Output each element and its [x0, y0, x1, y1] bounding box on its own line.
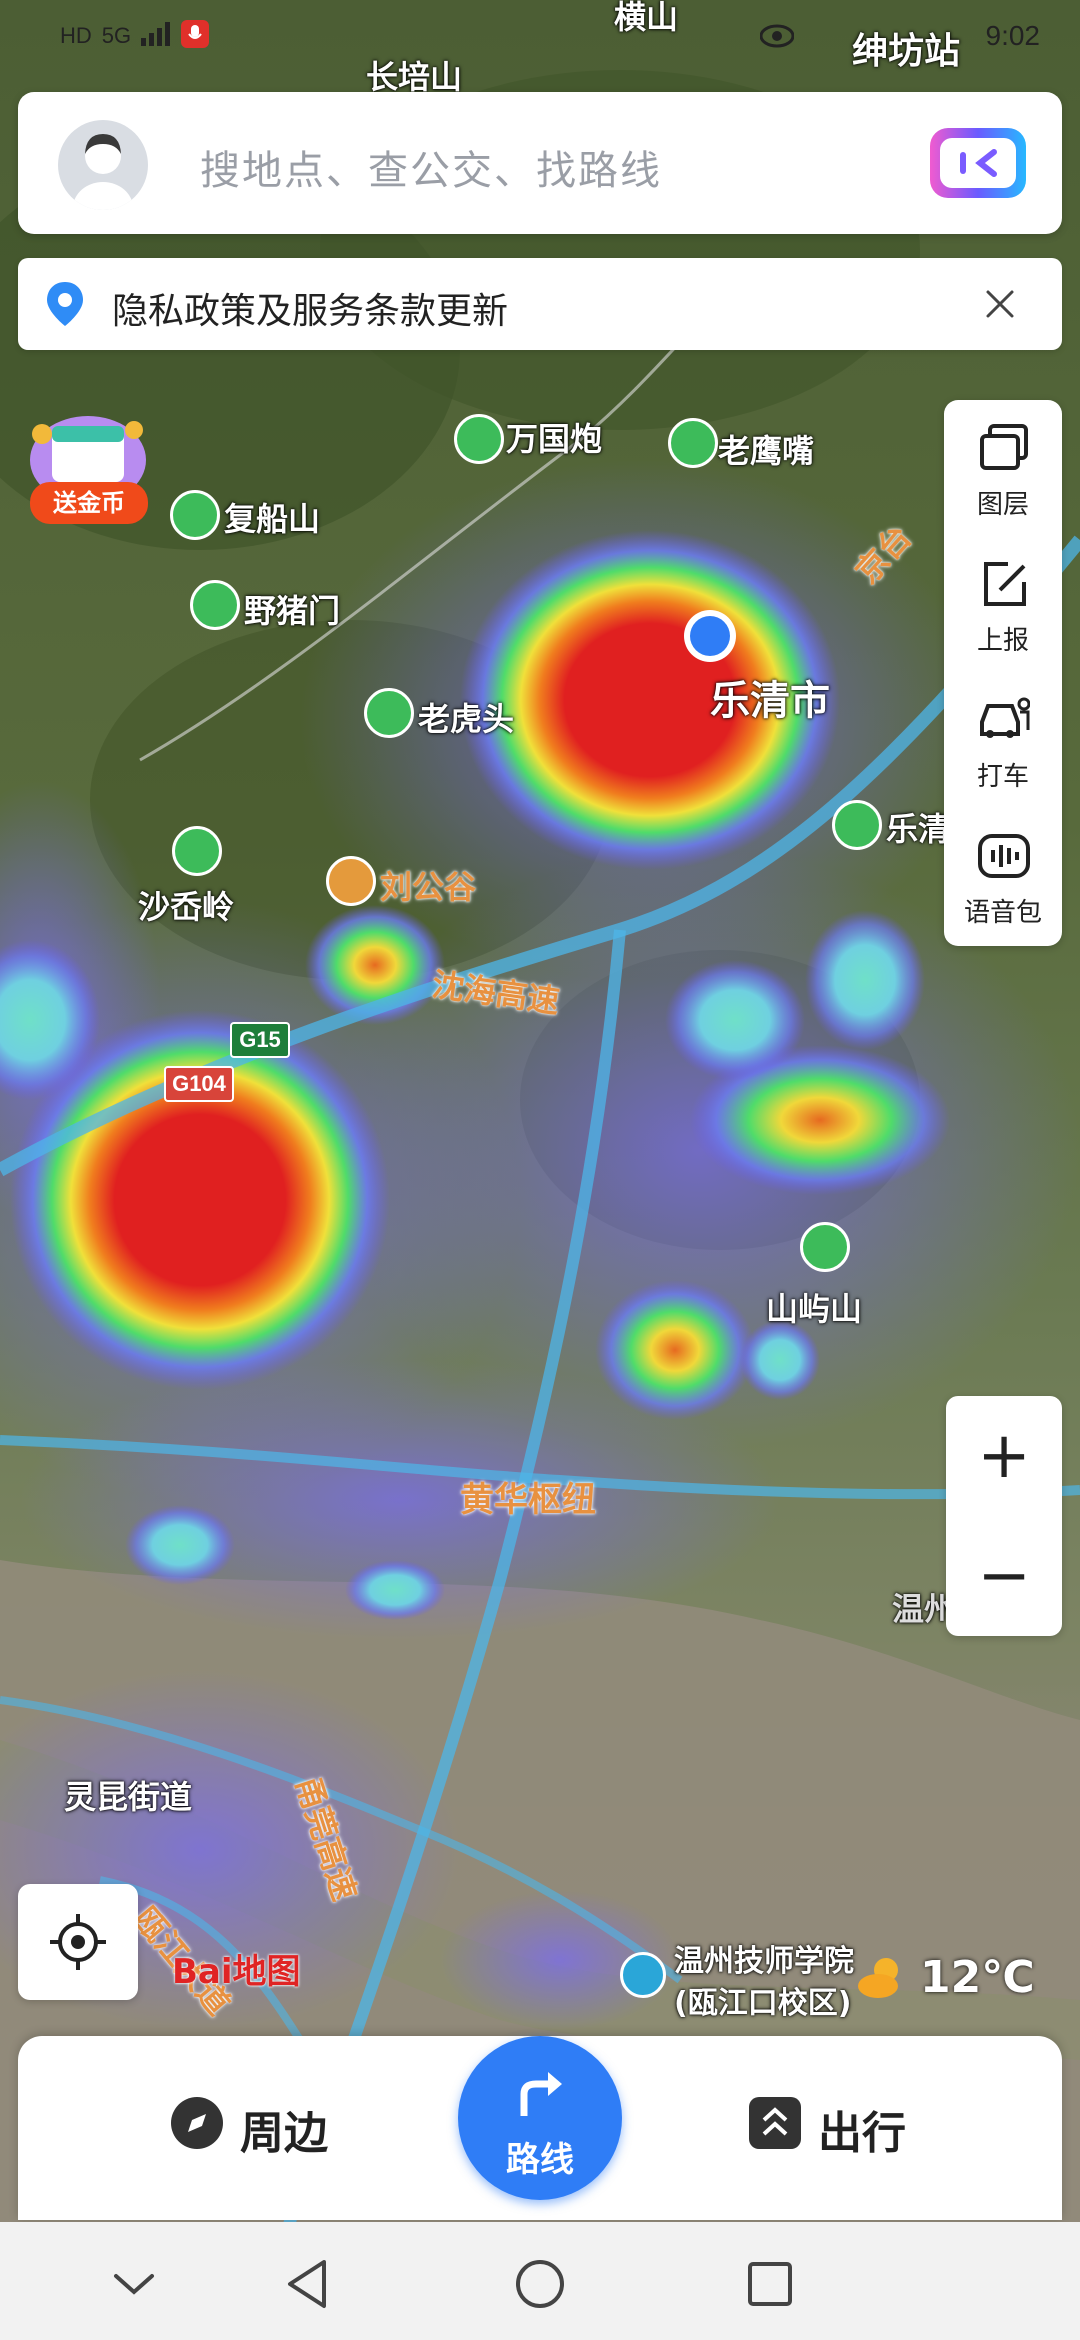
mountain-poi-icon[interactable]: [172, 826, 222, 876]
layers-button[interactable]: 图层: [944, 400, 1062, 536]
assistant-logo-icon[interactable]: [930, 128, 1026, 198]
label-huanghua-junction[interactable]: 黄华枢纽: [460, 1472, 596, 1521]
label-wanguopao[interactable]: 万国炮: [506, 414, 602, 460]
locate-button[interactable]: [18, 1884, 138, 2000]
cloud-sun-icon: [856, 1956, 906, 2004]
report-icon: [978, 558, 1030, 610]
mountain-poi-icon[interactable]: [668, 418, 718, 468]
compass-icon: [170, 2096, 224, 2161]
coin-reward-badge[interactable]: 送金币: [22, 404, 154, 524]
mic-icon: [181, 20, 210, 52]
mountain-poi-icon[interactable]: [170, 490, 220, 540]
network-indicator: 5G: [101, 23, 132, 48]
coin-badge-label[interactable]: 送金币: [30, 482, 148, 524]
mountain-poi-icon[interactable]: [190, 580, 240, 630]
close-icon[interactable]: [978, 282, 1022, 326]
school-poi-icon[interactable]: [620, 1952, 666, 1998]
route-label: 路线: [506, 2140, 574, 2180]
label-laoyingzui[interactable]: 老鹰嘴: [718, 426, 814, 472]
hd-indicator: HD: [60, 23, 92, 48]
right-toolbar: 图层 上报 打车 语音包: [944, 400, 1062, 946]
label-liugonggu[interactable]: 刘公谷: [380, 862, 476, 908]
recents-icon[interactable]: [742, 2256, 798, 2312]
taxi-button[interactable]: 打车: [944, 672, 1062, 808]
status-bar: HD 5G 9:02: [0, 0, 1080, 80]
system-nav-bar: [0, 2222, 1080, 2340]
notice-text[interactable]: 隐私政策及服务条款更新: [112, 282, 508, 334]
report-button[interactable]: 上报: [944, 536, 1062, 672]
avatar[interactable]: [58, 120, 148, 210]
travel-label: 出行: [818, 2107, 906, 2159]
map-view[interactable]: [0, 0, 1080, 2340]
travel-icon: [748, 2096, 802, 2161]
status-left: HD 5G: [60, 20, 210, 52]
nearby-button[interactable]: 周边: [170, 2096, 328, 2161]
mountain-poi-icon[interactable]: [800, 1222, 850, 1272]
zoom-out-button[interactable]: −: [946, 1516, 1062, 1636]
label-lingkun-jiedao[interactable]: 灵昆街道: [64, 1772, 192, 1818]
voice-pack-label: 语音包: [963, 898, 1042, 928]
g15-shield: G15: [230, 1022, 290, 1058]
eye-icon: [759, 24, 795, 52]
location-pin-icon: [42, 280, 88, 332]
voice-pack-button[interactable]: 语音包: [944, 808, 1062, 944]
map-canvas: [0, 0, 1080, 2340]
zoom-controls: + −: [946, 1396, 1062, 1636]
park-poi-icon[interactable]: [832, 800, 882, 850]
label-yueqingshi[interactable]: 乐清市: [710, 668, 830, 726]
label-yezhumen[interactable]: 野猪门: [244, 586, 340, 632]
home-icon[interactable]: [512, 2256, 568, 2312]
label-shadianling[interactable]: 沙岙岭: [138, 882, 234, 928]
label-shanyushan[interactable]: 山屿山: [766, 1284, 862, 1330]
privacy-notice[interactable]: 隐私政策及服务条款更新: [18, 258, 1062, 350]
taxi-label: 打车: [976, 762, 1029, 792]
layers-icon: [978, 422, 1030, 474]
label-fuchuanshan[interactable]: 复船山: [224, 494, 320, 540]
zoom-in-button[interactable]: +: [946, 1396, 1062, 1516]
taxi-icon: [978, 694, 1031, 746]
search-bar[interactable]: 搜地点、查公交、找路线: [18, 92, 1062, 234]
weather-temp[interactable]: 12℃: [920, 1952, 1035, 2003]
voice-pack-icon: [978, 830, 1030, 882]
mountain-poi-icon[interactable]: [364, 688, 414, 738]
label-school-campus[interactable]: (瓯江口校区): [674, 1978, 851, 2022]
g104-shield: G104: [164, 1066, 234, 1102]
chevron-down-icon[interactable]: [106, 2256, 162, 2312]
label-school-name[interactable]: 温州技师学院: [674, 1936, 854, 1980]
baidu-map-logo: Bai地图: [172, 1952, 301, 1992]
report-label: 上报: [976, 626, 1029, 656]
nearby-label: 周边: [240, 2107, 328, 2159]
locate-icon: [48, 1912, 108, 1976]
layers-label: 图层: [976, 490, 1029, 520]
travel-button[interactable]: 出行: [748, 2096, 906, 2161]
status-time: 9:02: [985, 20, 1041, 51]
mountain-poi-icon[interactable]: [454, 414, 504, 464]
label-yueqing-right[interactable]: 乐清: [886, 804, 950, 850]
search-input[interactable]: 搜地点、查公交、找路线: [200, 138, 662, 196]
museum-poi-icon[interactable]: [326, 856, 376, 906]
route-arrow-icon: [510, 2062, 570, 2126]
signal-icon: [141, 22, 171, 50]
back-icon[interactable]: [280, 2256, 336, 2312]
label-laohutou[interactable]: 老虎头: [418, 694, 514, 740]
route-button[interactable]: 路线: [458, 2036, 622, 2200]
